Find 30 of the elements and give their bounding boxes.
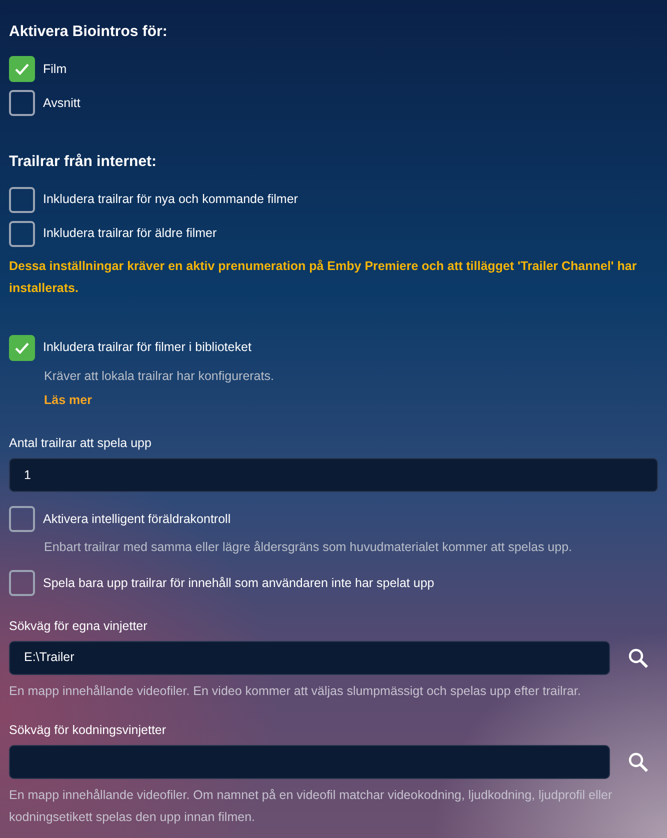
checkbox-label[interactable]: Spela bara upp trailrar för innehåll som användaren inte har spelat upp xyxy=(43,574,434,592)
number-input[interactable]: 1 xyxy=(9,458,658,492)
description: Enbart trailrar med samma eller lägre åldersgräns som huvudmaterialet kommer att spelas upp. xyxy=(44,539,574,556)
checkbox-label[interactable]: Avsnitt xyxy=(43,94,80,112)
checkbox-label[interactable]: Aktivera intelligent föräldrakontroll xyxy=(43,510,231,528)
checkbox-label[interactable]: Inkludera trailrar för filmer i biblioteket xyxy=(43,339,252,356)
search-icon xyxy=(627,750,649,773)
read-more-link[interactable]: Läs mer xyxy=(44,392,92,410)
warning-text: Dessa inställningar kräver en aktiv prenumeration på Emby Premiere och att tillägget 'Trailer Channel' har installerats. xyxy=(9,258,638,296)
field-label: Antal trailrar att spela upp xyxy=(9,435,152,452)
field-label: Sökväg för egna vinjetter xyxy=(9,618,148,635)
checkbox[interactable] xyxy=(9,570,35,596)
hint-text: En mapp innehållande videofiler. En video kommer att väljas slumpmässigt och spelas upp efter trailrar. xyxy=(9,682,582,700)
checkbox[interactable] xyxy=(9,334,35,360)
path-input[interactable] xyxy=(9,744,610,779)
hint-text: En mapp innehållande videofiler. Om namnet på en videofil matchar videokodning, ljudkodning, ljudprofil eller kodningsetikett spelas den upp innan filmen. xyxy=(9,786,614,826)
description: Kräver att lokala trailrar har konfigurerats. xyxy=(44,368,275,384)
path-input[interactable]: E:\Trailer xyxy=(9,640,610,675)
checkbox[interactable] xyxy=(9,506,35,532)
checkbox[interactable] xyxy=(9,186,35,212)
checkbox-label[interactable]: Film xyxy=(43,60,67,78)
search-icon xyxy=(627,646,649,669)
checkbox[interactable] xyxy=(9,56,35,82)
section-heading: Trailrar från internet: xyxy=(9,152,158,172)
field-label: Sökväg för kodningsvinjetter xyxy=(9,722,168,739)
checkbox[interactable] xyxy=(9,90,35,116)
checkbox-label[interactable]: Inkludera trailrar för nya och kommande filmer xyxy=(43,191,298,208)
section-heading: Aktivera Biointros för: xyxy=(9,22,168,42)
checkbox[interactable] xyxy=(9,220,35,246)
checkbox-label[interactable]: Inkludera trailrar för äldre filmer xyxy=(43,225,217,242)
